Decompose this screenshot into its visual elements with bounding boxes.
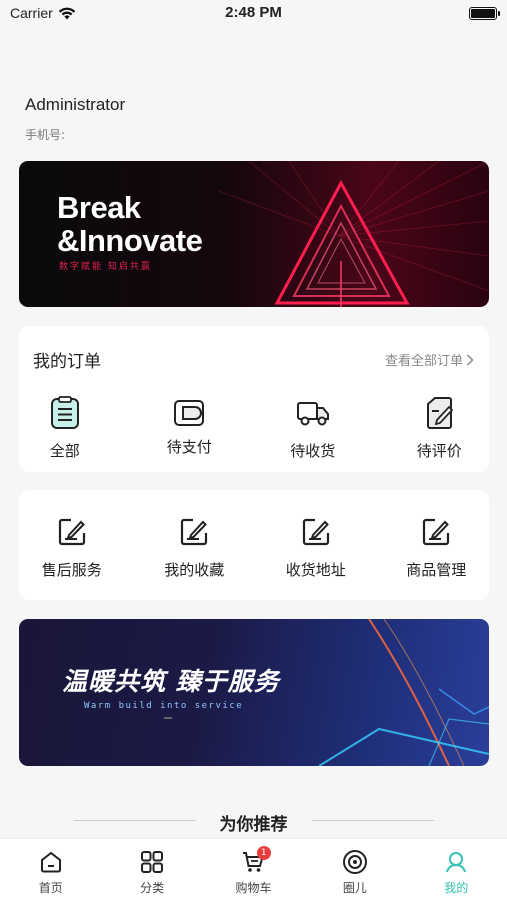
order-all-label: 全部 xyxy=(49,442,80,460)
banner-top-title: Break &Innovate xyxy=(57,190,203,258)
banner-top-subtitle: 数字赋能 知启共赢 xyxy=(59,262,152,272)
truck-icon xyxy=(296,402,329,426)
order-pending-review-label: 待评价 xyxy=(416,442,462,460)
order-pending-payment-button[interactable]: 待支付 xyxy=(131,396,249,461)
recommend-title: 为你推荐 xyxy=(219,815,288,835)
tab-circle[interactable]: 圈儿 xyxy=(304,839,405,900)
profile-phone-label: 手机号: xyxy=(25,128,66,142)
wallet-icon xyxy=(174,400,205,426)
my-orders-card: 我的订单 查看全部订单 全部 待支付 待收货 待评价 xyxy=(19,326,489,472)
tab-cart[interactable]: 1 购物车 xyxy=(203,839,304,900)
my-favorites-label: 我的收藏 xyxy=(164,561,225,579)
battery-icon xyxy=(469,7,500,20)
tab-mine[interactable]: 我的 xyxy=(406,839,507,900)
user-icon xyxy=(446,852,467,873)
order-all-button[interactable]: 全部 xyxy=(6,396,124,461)
tab-home-label: 首页 xyxy=(38,881,63,895)
circle-icon xyxy=(342,850,367,874)
my-favorites-button[interactable]: 我的收藏 xyxy=(136,515,254,580)
order-status-row: 全部 待支付 待收货 待评价 xyxy=(19,396,489,461)
tab-category[interactable]: 分类 xyxy=(101,839,202,900)
order-pending-receipt-label: 待收货 xyxy=(290,442,336,460)
order-pending-receipt-button[interactable]: 待收货 xyxy=(254,396,372,461)
edit-icon xyxy=(302,518,329,546)
services-card: 售后服务 我的收藏 收货地址 商品管理 xyxy=(19,490,489,600)
view-all-orders-link[interactable]: 查看全部订单 xyxy=(385,350,474,369)
chevron-right-icon xyxy=(466,353,474,366)
edit-icon xyxy=(423,518,450,546)
clock: 2:48 PM xyxy=(225,4,282,21)
shipping-address-button[interactable]: 收货地址 xyxy=(257,515,375,580)
home-icon xyxy=(40,851,61,873)
banner-bottom-subtitle: Warm build into service xyxy=(84,701,244,711)
recommend-section-header: 为你推荐 xyxy=(0,808,507,835)
bottom-tab-bar: 首页 分类 1 购物车 圈儿 我的 xyxy=(0,838,507,900)
edit-icon xyxy=(58,518,85,546)
order-pending-review-button[interactable]: 待评价 xyxy=(381,396,499,461)
edit-note-icon xyxy=(427,397,454,429)
orders-title: 我的订单 xyxy=(33,352,101,372)
tab-mine-label: 我的 xyxy=(444,881,469,895)
status-bar: Carrier 2:48 PM xyxy=(0,0,507,28)
shipping-address-label: 收货地址 xyxy=(285,561,346,579)
product-management-label: 商品管理 xyxy=(406,561,467,579)
tab-circle-label: 圈儿 xyxy=(342,881,367,895)
promo-banner-bottom[interactable]: 温暖共筑 臻于服务 Warm build into service xyxy=(19,619,489,766)
product-management-button[interactable]: 商品管理 xyxy=(378,515,496,580)
cart-badge: 1 xyxy=(256,846,271,860)
divider xyxy=(312,820,434,821)
tab-cart-label: 购物车 xyxy=(235,881,272,895)
clipboard-icon xyxy=(50,396,79,429)
after-sales-label: 售后服务 xyxy=(41,561,102,579)
tab-category-label: 分类 xyxy=(140,881,165,895)
grid-icon xyxy=(141,851,164,873)
tab-home[interactable]: 首页 xyxy=(0,839,101,900)
after-sales-button[interactable]: 售后服务 xyxy=(13,515,131,580)
order-pending-payment-label: 待支付 xyxy=(166,438,212,456)
banner-indicator xyxy=(164,717,172,719)
promo-banner-top[interactable]: Break &Innovate 数字赋能 知启共赢 xyxy=(19,161,489,307)
banner-bottom-title: 温暖共筑 臻于服务 xyxy=(62,667,280,696)
profile-name[interactable]: Administrator xyxy=(25,95,125,115)
services-row: 售后服务 我的收藏 收货地址 商品管理 xyxy=(19,515,489,580)
edit-icon xyxy=(181,518,208,546)
